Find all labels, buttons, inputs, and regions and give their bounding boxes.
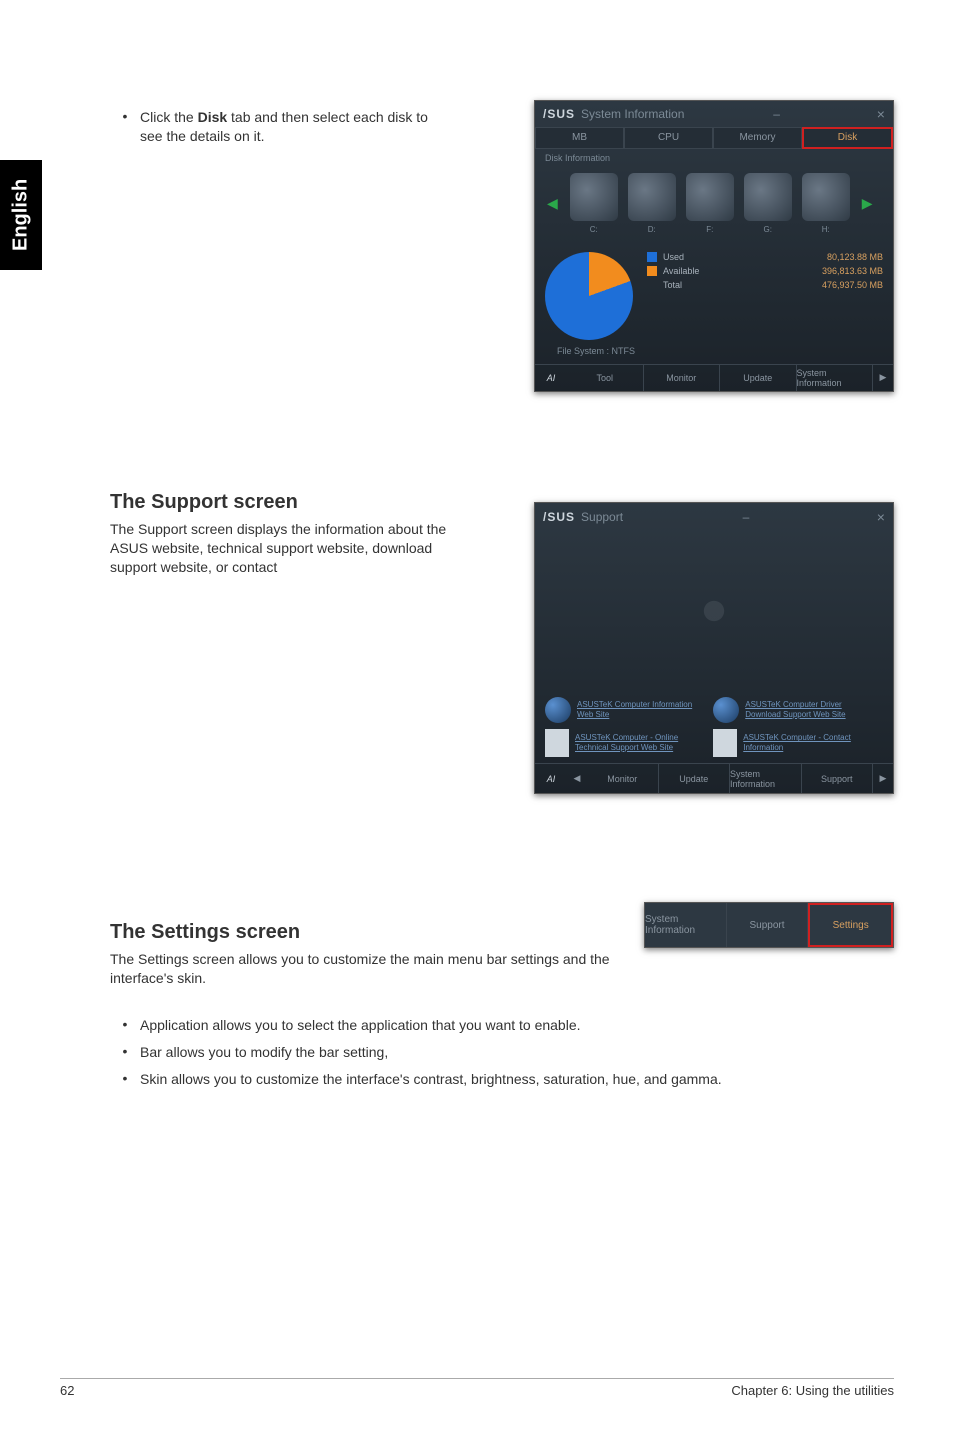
settings-paragraph: The Settings screen allows you to custom… xyxy=(110,950,610,988)
document-icon xyxy=(713,729,737,757)
footer-tab-monitor[interactable]: Monitor xyxy=(644,365,721,392)
stat-used: Used 80,123.88 MB xyxy=(647,252,883,262)
brand-logo: /SUS xyxy=(543,510,575,524)
list-item: • Skin allows you to customize the inter… xyxy=(110,1070,880,1089)
window-title: Support xyxy=(581,510,623,524)
chevron-left-icon[interactable]: ◀ xyxy=(545,195,560,212)
chevron-right-icon[interactable]: ▶ xyxy=(873,365,893,392)
bullet-mark: • xyxy=(110,1016,140,1032)
tab-disk[interactable]: Disk xyxy=(802,127,893,149)
text-bold: Disk xyxy=(198,109,228,125)
disk-item[interactable]: D: xyxy=(628,173,676,234)
support-link[interactable]: ASUSTeK Computer Driver Download Support… xyxy=(713,697,875,723)
tab-mb[interactable]: MB xyxy=(535,127,624,149)
footer-tab-update[interactable]: Update xyxy=(659,764,731,793)
list-item: • Application allows you to select the a… xyxy=(110,1016,880,1035)
footer-tab-sysinfo[interactable]: System Information xyxy=(797,365,874,392)
window-titlebar: /SUS System Information – × xyxy=(535,101,893,127)
wrench-icon xyxy=(679,576,749,646)
footer-tab-support[interactable]: Support xyxy=(802,764,874,793)
tab-sysinfo[interactable]: System Information xyxy=(645,903,727,947)
minimize-icon[interactable]: – xyxy=(773,107,780,121)
list-text: Bar allows you to modify the bar setting… xyxy=(140,1043,388,1062)
text-prefix: Click the xyxy=(140,109,198,125)
document-icon xyxy=(545,729,569,757)
stat-value: 396,813.63 MB xyxy=(822,266,883,276)
square-icon xyxy=(647,266,657,276)
disk-usage-area: File System : NTFS Used 80,123.88 MB Ava… xyxy=(535,240,893,364)
link-text: ASUSTeK Computer Driver Download Support… xyxy=(745,700,875,719)
language-tab: English xyxy=(0,160,42,270)
stat-value: 80,123.88 MB xyxy=(827,252,883,262)
instruction-text: Click the Disk tab and then select each … xyxy=(140,108,440,146)
window-footer-tabs: AI Tool Monitor Update System Informatio… xyxy=(535,364,893,392)
chevron-left-icon[interactable]: ◀ xyxy=(567,764,587,793)
support-links: ASUSTeK Computer Information Web Site AS… xyxy=(535,691,893,763)
stat-available: Available 396,813.63 MB xyxy=(647,266,883,276)
ai-logo-icon: AI xyxy=(535,365,567,392)
window-footer-tabs: AI ◀ Monitor Update System Information S… xyxy=(535,763,893,793)
disk-stats: Used 80,123.88 MB Available 396,813.63 M… xyxy=(647,248,883,356)
list-text: Skin allows you to customize the interfa… xyxy=(140,1070,722,1089)
page-footer: 62 Chapter 6: Using the utilities xyxy=(60,1378,894,1398)
globe-icon xyxy=(545,697,571,723)
window-title: System Information xyxy=(581,107,684,121)
footer-tab-update[interactable]: Update xyxy=(720,365,797,392)
bullet-mark: • xyxy=(110,1070,140,1086)
link-text: ASUSTeK Computer Information Web Site xyxy=(577,700,707,719)
list-text: Application allows you to select the app… xyxy=(140,1016,581,1035)
support-link[interactable]: ASUSTeK Computer Information Web Site xyxy=(545,697,707,723)
filesystem-label: File System : NTFS xyxy=(545,346,635,356)
support-graphic-area xyxy=(535,531,893,691)
bullet-mark: • xyxy=(110,108,140,124)
stat-label: Used xyxy=(663,252,684,262)
footer-tab-monitor[interactable]: Monitor xyxy=(587,764,659,793)
list-item: • Bar allows you to modify the bar setti… xyxy=(110,1043,880,1062)
footer-tab-sysinfo[interactable]: System Information xyxy=(730,764,802,793)
link-text: ASUSTeK Computer - Online Technical Supp… xyxy=(575,733,707,752)
settings-tab-strip: System Information Support Settings xyxy=(644,902,894,948)
disk-item[interactable]: C: xyxy=(570,173,618,234)
pie-chart-icon xyxy=(545,252,633,340)
stat-label: Total xyxy=(663,280,682,290)
tab-memory[interactable]: Memory xyxy=(713,127,802,149)
page-number: 62 xyxy=(60,1383,74,1398)
settings-list: • Application allows you to select the a… xyxy=(110,1016,880,1089)
window-titlebar: /SUS Support – × xyxy=(535,503,893,531)
chapter-label: Chapter 6: Using the utilities xyxy=(731,1383,894,1398)
info-tabs: MB CPU Memory Disk xyxy=(535,127,893,149)
support-link[interactable]: ASUSTeK Computer - Online Technical Supp… xyxy=(545,729,707,757)
bullet-mark: • xyxy=(110,1043,140,1059)
globe-icon xyxy=(713,697,739,723)
close-icon[interactable]: × xyxy=(877,509,885,525)
support-window: /SUS Support – × ASUSTeK Computer Inform… xyxy=(534,502,894,794)
disk-item[interactable]: F: xyxy=(686,173,734,234)
stat-label: Available xyxy=(663,266,699,276)
stat-value: 476,937.50 MB xyxy=(822,280,883,290)
disk-list: ◀ C: D: F: G: H: ▶ xyxy=(535,167,893,240)
tab-settings[interactable]: Settings xyxy=(808,903,893,947)
close-icon[interactable]: × xyxy=(877,106,885,122)
chevron-right-icon[interactable]: ▶ xyxy=(873,764,893,793)
tab-cpu[interactable]: CPU xyxy=(624,127,713,149)
tab-support[interactable]: Support xyxy=(727,903,809,947)
minimize-icon[interactable]: – xyxy=(743,510,750,524)
support-paragraph: The Support screen displays the informat… xyxy=(110,520,460,577)
ai-logo-icon: AI xyxy=(535,764,567,793)
disk-item[interactable]: H: xyxy=(802,173,850,234)
square-icon xyxy=(647,252,657,262)
footer-tab-tool[interactable]: Tool xyxy=(567,365,644,392)
disk-info-label: Disk Information xyxy=(535,149,893,167)
disk-item[interactable]: G: xyxy=(744,173,792,234)
link-text: ASUSTeK Computer - Contact Information xyxy=(743,733,875,752)
chevron-right-icon[interactable]: ▶ xyxy=(860,195,875,212)
stat-total: Total 476,937.50 MB xyxy=(647,280,883,290)
system-info-window: /SUS System Information – × MB CPU Memor… xyxy=(534,100,894,392)
brand-logo: /SUS xyxy=(543,107,575,121)
support-link[interactable]: ASUSTeK Computer - Contact Information xyxy=(713,729,875,757)
